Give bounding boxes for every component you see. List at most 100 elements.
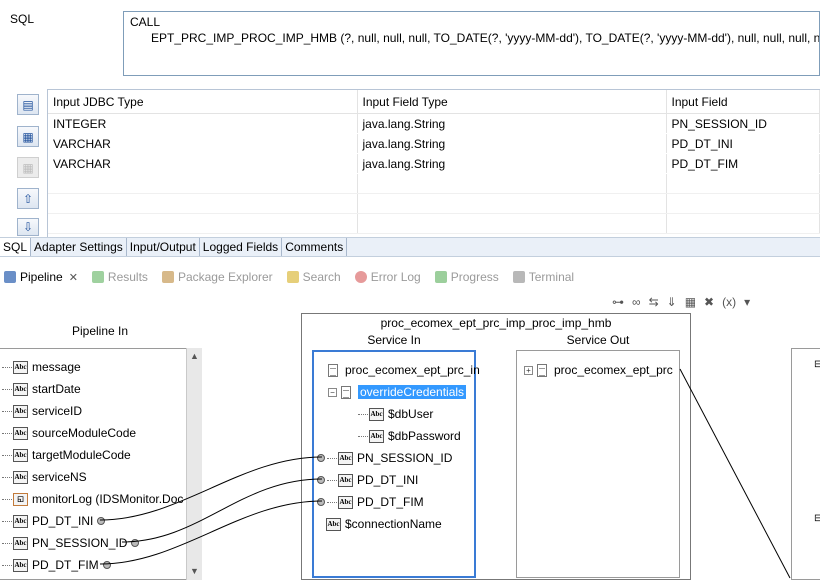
table-header-row: Input JDBC Type Input Field Type Input F… (48, 90, 820, 114)
table-row[interactable]: VARCHAR java.lang.String PD_DT_INI (48, 133, 820, 154)
service-input-node[interactable]: Abc PN_SESSION_ID (317, 451, 452, 465)
column-header[interactable]: Input Field (666, 90, 820, 114)
pipeline-in-item[interactable]: Abc targetModuleCode (2, 448, 131, 462)
tab-package-explorer[interactable]: Package Explorer (161, 270, 273, 284)
delete-icon[interactable]: ✖ (704, 295, 714, 309)
string-icon: Abc (13, 382, 28, 396)
pipeline-in-item[interactable]: Abc serviceID (2, 404, 82, 418)
link-port-icon[interactable] (317, 498, 325, 506)
pipeline-in-item[interactable]: Abc serviceNS (2, 470, 87, 484)
jdbc-params-table: Input JDBC Type Input Field Type Input F… (47, 89, 820, 238)
tab-search[interactable]: Search (286, 270, 341, 284)
pipeline-in-item[interactable]: Abc sourceModuleCode (2, 426, 136, 440)
link-port-icon[interactable] (317, 476, 325, 484)
close-icon[interactable]: ✕ (69, 271, 78, 284)
table-cell[interactable]: PN_SESSION_ID (666, 113, 820, 134)
override-credentials-node[interactable]: − overrideCredentials (328, 385, 467, 399)
tab-error-log[interactable]: Error Log (354, 270, 421, 284)
expand-icon[interactable]: + (524, 365, 533, 375)
tab-terminal-label: Terminal (528, 270, 575, 284)
scroll-down-icon[interactable]: ▼ (190, 566, 199, 576)
connect-icon[interactable]: ⊶ (612, 295, 624, 309)
sql-line-1: CALL (130, 15, 161, 29)
string-icon: Abc (369, 429, 384, 443)
pipeline-in-item[interactable]: Abc PN_SESSION_ID (2, 536, 140, 550)
add-row-icon[interactable]: ▦ (17, 126, 39, 147)
pipeline-in-item[interactable]: Abc startDate (2, 382, 81, 396)
table-cell[interactable]: java.lang.String (357, 153, 667, 174)
column-header[interactable]: Input JDBC Type (48, 90, 358, 114)
table-cell[interactable]: INTEGER (48, 113, 358, 134)
link-port-icon[interactable] (97, 517, 106, 525)
collapse-icon[interactable]: − (328, 387, 337, 397)
link-line (679, 368, 791, 579)
expand-icon[interactable]: ⊟ (814, 513, 820, 524)
service-input-node[interactable]: Abc PD_DT_FIM (317, 495, 424, 509)
service-title: proc_ecomex_ept_prc_imp_proc_imp_hmb (380, 316, 612, 330)
string-icon: Abc (13, 514, 28, 528)
pipeline-in-item[interactable]: Abc message (2, 360, 81, 374)
tab-adapter-settings[interactable]: Adapter Settings (31, 238, 127, 256)
table-cell[interactable]: PD_DT_INI (666, 133, 820, 154)
pipeline-in-item[interactable]: ◱ monitorLog (IDSMonitor.Doc (2, 492, 183, 506)
move-down-icon[interactable]: ⇩ (17, 218, 39, 236)
service-input-node[interactable]: Abc PD_DT_INI (317, 473, 418, 487)
map-icon[interactable]: ⇆ (649, 295, 659, 309)
table-cell[interactable]: VARCHAR (48, 133, 358, 154)
progress-icon (434, 271, 447, 283)
link-port-icon[interactable] (317, 454, 325, 462)
grid-icon[interactable]: ▦ (685, 295, 696, 309)
connection-name-node[interactable]: Abc $connectionName (326, 517, 442, 531)
table-cell[interactable]: PD_DT_FIM (666, 153, 820, 174)
delete-row-icon[interactable]: ▦ (17, 157, 39, 178)
column-header[interactable]: Input Field Type (357, 90, 667, 114)
service-out-root[interactable]: + proc_ecomex_ept_prc (524, 363, 673, 377)
pipeline-in-title: Pipeline In (71, 324, 129, 338)
table-row[interactable]: VARCHAR java.lang.String PD_DT_FIM (48, 153, 820, 174)
sql-label: SQL (10, 12, 35, 26)
scroll-up-icon[interactable]: ▲ (190, 351, 199, 361)
dropdown-icon[interactable]: ▾ (744, 295, 750, 309)
tab-pipeline[interactable]: Pipeline ✕ (4, 270, 78, 284)
service-out-title: Service Out (566, 333, 630, 347)
tab-sql[interactable]: SQL (0, 238, 32, 256)
string-icon: Abc (13, 448, 28, 462)
terminal-icon (512, 271, 525, 283)
document-icon: ◱ (13, 492, 28, 506)
tree-icon[interactable]: ⇓ (667, 295, 677, 309)
pipeline-in-scrollbar[interactable]: ▲ ▼ (186, 348, 202, 580)
link-port-icon[interactable] (102, 561, 111, 569)
tab-comments[interactable]: Comments (282, 238, 348, 256)
service-in-root[interactable]: proc_ecomex_ept_prc_in (328, 363, 480, 377)
empty-row (48, 193, 820, 214)
document-icon (341, 385, 351, 399)
variable-icon[interactable]: (x) (722, 295, 736, 309)
table-row[interactable]: INTEGER java.lang.String PN_SESSION_ID (48, 113, 820, 134)
tab-terminal[interactable]: Terminal (512, 270, 575, 284)
table-cell[interactable]: VARCHAR (48, 153, 358, 174)
link-icon[interactable]: ∞ (632, 295, 641, 309)
tab-results-label: Results (107, 270, 148, 284)
tab-error-log-label: Error Log (370, 270, 421, 284)
string-icon: Abc (326, 517, 341, 531)
pipeline-in-item[interactable]: Abc PD_DT_INI (2, 514, 106, 528)
link-port-icon[interactable] (131, 539, 140, 547)
document-icon (537, 363, 547, 377)
tab-search-label: Search (302, 270, 341, 284)
table-cell[interactable]: java.lang.String (357, 133, 667, 154)
tab-results[interactable]: Results (91, 270, 148, 284)
package-explorer-icon (161, 271, 174, 283)
empty-row (48, 173, 820, 194)
string-icon: Abc (13, 470, 28, 484)
db-password-node[interactable]: Abc $dbPassword (358, 429, 461, 443)
db-user-node[interactable]: Abc $dbUser (358, 407, 433, 421)
tab-progress[interactable]: Progress (434, 270, 499, 284)
tab-logged-fields[interactable]: Logged Fields (200, 238, 283, 256)
pipeline-in-item[interactable]: Abc PD_DT_FIM (2, 558, 111, 572)
tab-input-output[interactable]: Input/Output (127, 238, 200, 256)
expand-icon[interactable]: ⊟ (814, 359, 820, 370)
sql-statement-field[interactable]: CALL EPT_PRC_IMP_PROC_IMP_HMB (?, null, n… (123, 11, 820, 76)
table-cell[interactable]: java.lang.String (357, 113, 667, 134)
insert-row-icon[interactable]: ▤ (17, 94, 39, 115)
move-up-icon[interactable]: ⇧ (17, 188, 39, 209)
